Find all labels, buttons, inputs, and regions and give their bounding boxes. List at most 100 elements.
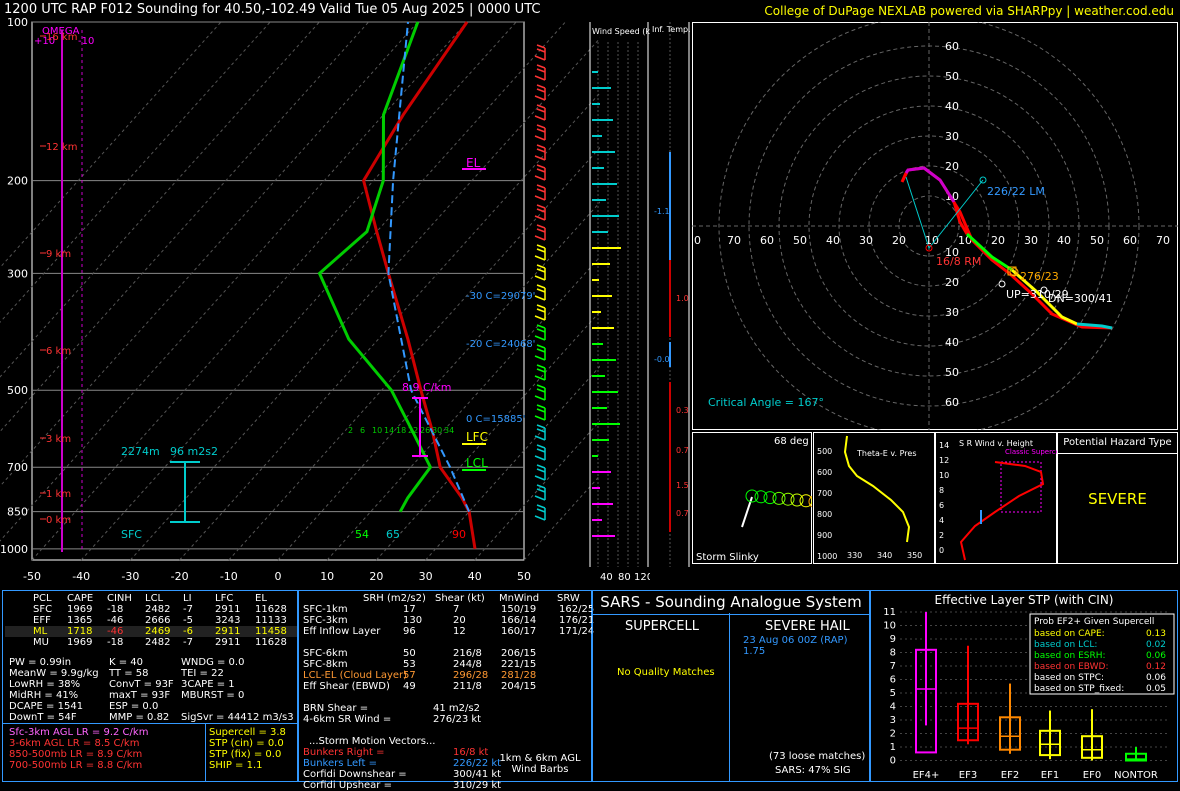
mixratio-label: 22 xyxy=(408,426,418,435)
svg-text:340: 340 xyxy=(877,551,892,560)
hazard-value: SEVERE xyxy=(1088,490,1147,508)
theta-e-panel: Theta-E v. Pres 500 600 700 800 900 1000 330 34… xyxy=(813,432,935,564)
lfc-label: LFC xyxy=(466,430,488,444)
svg-text:30: 30 xyxy=(945,306,959,319)
height-label: 3 km xyxy=(46,434,71,445)
pressure-tick-1000: 1000 xyxy=(0,543,28,556)
sfc-label: SFC xyxy=(121,528,142,541)
svg-text:40: 40 xyxy=(600,572,613,583)
iso-0-label: 0 C=15885' xyxy=(466,414,525,425)
svg-text:10: 10 xyxy=(883,621,896,632)
svg-text:30: 30 xyxy=(1024,234,1038,247)
svg-text:S R Wind v. Height: S R Wind v. Height xyxy=(959,439,1033,448)
svg-text:7: 7 xyxy=(890,661,896,672)
wind-barb xyxy=(534,364,546,381)
wind-barb xyxy=(534,464,546,481)
wind-barb xyxy=(534,244,546,261)
stp-category: NONTOR xyxy=(1114,770,1158,781)
wind-barbs xyxy=(534,44,546,521)
lapse-label: 8.9 C/km xyxy=(402,381,451,394)
wind-barb xyxy=(534,164,546,181)
svg-text:226/22 LM: 226/22 LM xyxy=(987,185,1045,198)
wind-barb xyxy=(534,224,546,241)
svg-text:20: 20 xyxy=(945,276,959,289)
svg-text:8: 8 xyxy=(939,486,944,495)
mixratio-label: 26 xyxy=(420,426,430,435)
lcl-label: LCL xyxy=(466,456,488,470)
mixratio-label: 18 xyxy=(396,426,406,435)
svg-text:120: 120 xyxy=(634,572,650,583)
svg-text:20: 20 xyxy=(892,234,906,247)
svg-text:276/23: 276/23 xyxy=(1020,270,1059,283)
temp-adv-panel: Inf. Temp. Adv.(C/hr) -1.1 1.0 -0.0 0.3 … xyxy=(652,22,690,567)
svg-text:1: 1 xyxy=(890,742,896,753)
svg-text:8: 8 xyxy=(890,648,896,659)
wind-barb xyxy=(534,444,546,461)
svg-text:4: 4 xyxy=(939,516,944,525)
mixratio-label: 6 xyxy=(360,426,365,435)
svg-text:900: 900 xyxy=(817,531,832,540)
wind-barb xyxy=(534,404,546,421)
wind-barb xyxy=(534,184,546,201)
svg-text:40: 40 xyxy=(826,234,840,247)
tw-sfc-label: 65 xyxy=(386,528,400,541)
svg-text:60: 60 xyxy=(760,234,774,247)
svg-text:0.05: 0.05 xyxy=(1146,684,1166,694)
svg-text:6: 6 xyxy=(939,501,944,510)
temp-tick: -10 xyxy=(220,570,238,583)
svg-text:40: 40 xyxy=(1057,234,1071,247)
pressure-tick-200: 200 xyxy=(7,175,28,188)
hazard-title: Potential Hazard Type xyxy=(1058,433,1177,454)
svg-text:9: 9 xyxy=(890,634,896,645)
svg-text:6: 6 xyxy=(890,675,896,686)
temp-tick: 0 xyxy=(275,570,282,583)
svg-text:50: 50 xyxy=(945,366,959,379)
sr-wind-panel: S R Wind v. Height Classic Supercell 14 1… xyxy=(935,432,1057,564)
svg-text:0.06: 0.06 xyxy=(1146,673,1166,683)
svg-text:based on LCL:: based on LCL: xyxy=(1034,640,1097,650)
svg-text:DN=300/41: DN=300/41 xyxy=(1048,292,1113,305)
pressure-tick-300: 300 xyxy=(7,267,28,280)
iso-30-label: -30 C=29079' xyxy=(466,291,535,302)
svg-text:60: 60 xyxy=(1123,234,1137,247)
hazard-panel: Potential Hazard Type SEVERE xyxy=(1057,432,1178,564)
wind-barb xyxy=(534,104,546,121)
svg-text:based on ESRH:: based on ESRH: xyxy=(1034,651,1106,661)
svg-text:20: 20 xyxy=(991,234,1005,247)
series-Dewpoint xyxy=(317,21,433,513)
credit-text: College of DuPage NEXLAB powered via SHA… xyxy=(764,4,1174,18)
series-Temperature xyxy=(361,21,477,550)
svg-text:700: 700 xyxy=(817,489,832,498)
svg-text:Classic Supercell: Classic Supercell xyxy=(1005,448,1057,456)
svg-text:-0.0: -0.0 xyxy=(654,355,670,364)
wind-barb xyxy=(534,144,546,161)
temp-tick: 40 xyxy=(468,570,482,583)
svg-text:500: 500 xyxy=(817,447,832,456)
storm-slinky: 68 deg Storm Slinky xyxy=(692,432,812,564)
svg-text:11: 11 xyxy=(883,607,896,618)
height-label: 16 km xyxy=(46,32,77,43)
svg-text:4: 4 xyxy=(890,702,896,713)
svg-text:2: 2 xyxy=(939,531,944,540)
wind-barb xyxy=(534,344,546,361)
svg-text:0.02: 0.02 xyxy=(1146,640,1166,650)
stp-panel: Effective Layer STP (with CIN) 111098765… xyxy=(870,590,1178,782)
wind-barb xyxy=(534,204,546,221)
svg-text:10: 10 xyxy=(939,471,949,480)
wind-barb xyxy=(534,304,546,321)
temp-tick: -40 xyxy=(72,570,90,583)
svg-text:70: 70 xyxy=(1156,234,1170,247)
stp-category: EF3 xyxy=(959,770,977,781)
mixratio-label: 30 xyxy=(432,426,442,435)
svg-text:1.0: 1.0 xyxy=(676,294,689,303)
kinematics-panel: SRH (m2/s2) Shear (kt) MnWind SRW SFC-1km 17 7… xyxy=(298,590,594,791)
pressure-tick-100: 100 xyxy=(7,16,28,29)
svg-text:800: 800 xyxy=(817,510,832,519)
svg-text:based on STPC:: based on STPC: xyxy=(1034,673,1104,683)
pressure-tick-500: 500 xyxy=(7,384,28,397)
iso-20-label: -20 C=24068' xyxy=(466,339,535,350)
svg-text:600: 600 xyxy=(817,468,832,477)
svg-text:-1.1: -1.1 xyxy=(654,207,670,216)
svg-text:0.06: 0.06 xyxy=(1146,651,1166,661)
eff-inflow-depth: 2274m xyxy=(121,445,160,458)
